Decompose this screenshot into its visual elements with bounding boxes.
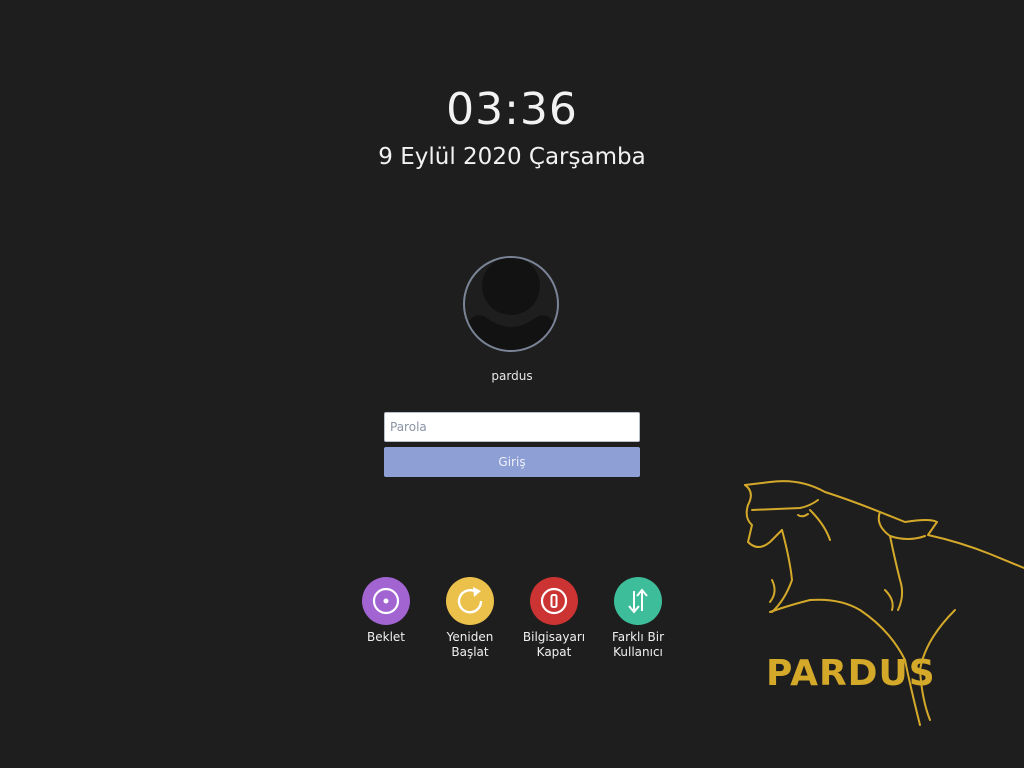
switch-user-icon [614,577,662,625]
shutdown-button[interactable]: Bilgisayarı Kapat [512,577,596,660]
pardus-logo: PARDUS [744,480,1024,726]
user-avatar[interactable] [463,256,559,352]
suspend-button[interactable]: Beklet [344,577,428,645]
restart-button[interactable]: Yeniden Başlat [428,577,512,660]
login-screen: 03:36 9 Eylül 2020 Çarşamba pardus Giriş… [0,0,1024,768]
pardus-wordmark: PARDUS [766,653,936,694]
login-button[interactable]: Giriş [384,447,640,477]
password-field[interactable] [384,412,640,442]
clock-date: 9 Eylül 2020 Çarşamba [378,144,646,170]
suspend-label: Beklet [367,630,405,644]
username-label: pardus [491,369,533,383]
shutdown-label: Bilgisayarı Kapat [522,630,586,659]
clock-time: 03:36 [446,84,578,135]
restart-label: Yeniden Başlat [446,630,494,659]
restart-icon [446,577,494,625]
suspend-icon [362,577,410,625]
power-icon [530,577,578,625]
switch-user-button[interactable]: Farklı Bir Kullanıcı [596,577,680,660]
switch-user-label: Farklı Bir Kullanıcı [611,630,665,659]
user-silhouette-icon [465,258,557,350]
